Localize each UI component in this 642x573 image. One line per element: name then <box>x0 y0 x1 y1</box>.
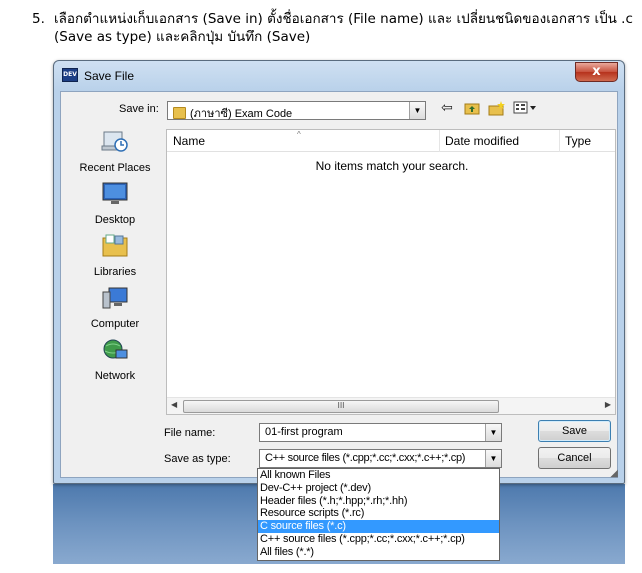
place-libraries[interactable]: Libraries <box>69 234 161 284</box>
dropdown-option[interactable]: C source files (*.c) <box>258 520 499 533</box>
save-file-dialog: DEV Save File x Save in: (ภาษาซี) Exam C… <box>53 60 625 484</box>
save-as-type-dropdown-list: All known Files Dev-C++ project (*.dev) He… <box>257 468 500 561</box>
folder-icon <box>173 107 186 119</box>
place-label: Recent Places <box>79 162 151 174</box>
column-type[interactable]: Type <box>565 134 591 148</box>
dropdown-option[interactable]: All files (*.*) <box>258 546 499 559</box>
dialog-title: Save File <box>84 69 135 83</box>
dropdown-option[interactable]: Header files (*.h;*.hpp;*.rh;*.hh) <box>258 495 499 508</box>
instruction-text: เลือกตำแหน่งเก็บเอกสาร (Save in) ตั้งชื่… <box>54 11 633 45</box>
chevron-down-icon[interactable]: ▼ <box>485 450 501 467</box>
save-in-combobox[interactable]: (ภาษาซี) Exam Code ▼ <box>167 101 426 120</box>
save-button[interactable]: Save <box>538 420 611 442</box>
scroll-left-icon[interactable]: ◀ <box>171 400 177 409</box>
scrollbar-thumb[interactable]: III <box>183 400 499 413</box>
place-network[interactable]: Network <box>69 338 161 388</box>
desktop-icon <box>102 182 128 204</box>
view-menu-icon[interactable] <box>513 101 537 119</box>
sort-ascending-icon: ^ <box>297 130 301 139</box>
dropdown-option[interactable]: Resource scripts (*.rc) <box>258 507 499 520</box>
back-icon[interactable]: ⇦ <box>441 100 453 116</box>
chevron-down-icon[interactable]: ▼ <box>485 424 501 441</box>
save-as-type-value: C++ source files (*.cpp;*.cc;*.cxx;*.c++… <box>265 452 466 464</box>
file-name-input[interactable]: 01-first program ▼ <box>259 423 502 442</box>
dropdown-option[interactable]: Dev-C++ project (*.dev) <box>258 482 499 495</box>
dropdown-option[interactable]: All known Files <box>258 469 499 482</box>
resize-grip-icon[interactable]: ◢ <box>610 468 618 479</box>
file-name-value: 01-first program <box>265 426 343 438</box>
up-folder-icon[interactable] <box>464 101 480 118</box>
column-header-row: Name ^ Date modified Type <box>167 130 615 152</box>
save-in-label: Save in: <box>119 103 159 115</box>
network-icon <box>103 339 128 359</box>
place-label: Computer <box>90 318 140 330</box>
place-label: Desktop <box>94 214 136 226</box>
places-bar: Recent Places Desktop Libraries Computer… <box>69 130 161 422</box>
place-desktop[interactable]: Desktop <box>69 182 161 232</box>
title-bar[interactable]: DEV Save File x <box>54 61 624 91</box>
close-button[interactable]: x <box>575 62 618 82</box>
place-recent-places[interactable]: Recent Places <box>69 130 161 180</box>
close-icon: x <box>592 64 601 79</box>
file-list-view[interactable]: Name ^ Date modified Type No items match… <box>166 129 616 415</box>
horizontal-scrollbar[interactable]: ◀ III ▶ <box>167 397 615 414</box>
dropdown-option[interactable]: C++ source files (*.cpp;*.cc;*.cxx;*.c++… <box>258 533 499 546</box>
scroll-right-icon[interactable]: ▶ <box>605 400 611 409</box>
empty-message: No items match your search. <box>315 159 469 173</box>
cancel-button[interactable]: Cancel <box>538 447 611 469</box>
save-as-type-label: Save as type: <box>164 453 231 465</box>
instruction-number: 5. <box>32 11 45 27</box>
new-folder-icon[interactable] <box>488 101 506 120</box>
recent-places-icon <box>101 131 128 152</box>
file-name-label: File name: <box>164 427 216 439</box>
dialog-client: Save in: (ภาษาซี) Exam Code ▼ ⇦ Recent P… <box>60 91 618 478</box>
save-in-value: (ภาษาซี) Exam Code <box>190 108 293 120</box>
libraries-icon <box>102 234 128 257</box>
column-date-modified[interactable]: Date modified <box>445 134 519 148</box>
save-as-type-select[interactable]: C++ source files (*.cpp;*.cc;*.cxx;*.c++… <box>259 449 502 468</box>
place-computer[interactable]: Computer <box>69 286 161 336</box>
computer-icon <box>102 287 128 309</box>
dev-cpp-app-icon: DEV <box>62 68 78 82</box>
place-label: Libraries <box>93 266 137 278</box>
chevron-down-icon[interactable]: ▼ <box>409 102 425 119</box>
column-name[interactable]: Name <box>173 134 205 148</box>
place-label: Network <box>94 370 136 382</box>
